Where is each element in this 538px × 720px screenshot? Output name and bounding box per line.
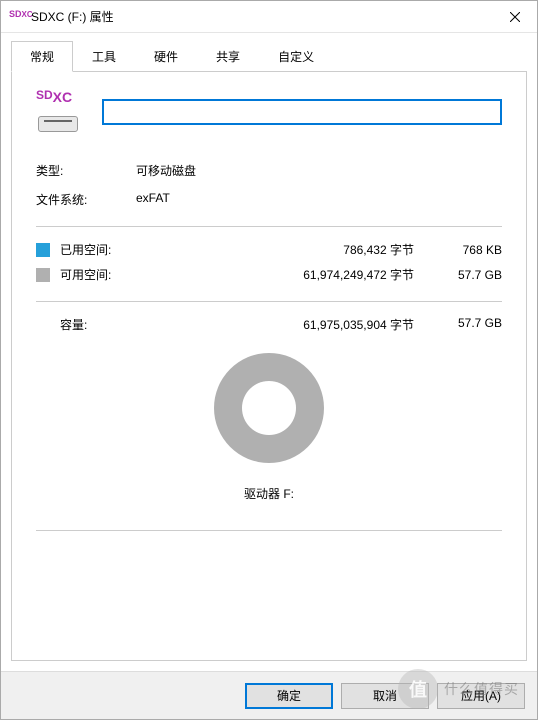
used-label: 已用空间: [60,241,150,258]
free-bytes: 61,974,249,472 字节 [150,266,422,283]
volume-label-input[interactable] [102,99,502,125]
divider [36,530,502,531]
close-button[interactable] [492,2,537,32]
free-swatch [36,268,50,282]
free-label: 可用空间: [60,266,150,283]
window-title: SDXC (F:) 属性 [31,8,492,25]
free-human: 57.7 GB [422,268,502,282]
tab-sharing[interactable]: 共享 [197,41,259,71]
tab-strip: 常规 工具 硬件 共享 自定义 [1,33,537,71]
dialog-button-bar: 确定 取消 应用(A) [1,671,537,719]
filesystem-row: 文件系统: exFAT [36,191,502,208]
tab-hardware[interactable]: 硬件 [135,41,197,71]
usage-chart-wrap: 驱动器 F: [36,353,502,502]
used-human: 768 KB [422,243,502,257]
used-swatch [36,243,50,257]
close-icon [510,12,520,22]
capacity-human: 57.7 GB [422,316,502,333]
type-label: 类型: [36,162,136,179]
cancel-button[interactable]: 取消 [341,683,429,709]
titlebar: SDXC SDXC (F:) 属性 [1,1,537,33]
apply-button[interactable]: 应用(A) [437,683,525,709]
type-value: 可移动磁盘 [136,162,196,179]
capacity-label: 容量: [36,316,150,333]
used-space-row: 已用空间: 786,432 字节 768 KB [36,241,502,258]
free-space-row: 可用空间: 61,974,249,472 字节 57.7 GB [36,266,502,283]
tab-general[interactable]: 常规 [11,41,73,72]
drive-icon: SDXC [36,92,84,132]
capacity-bytes: 61,975,035,904 字节 [150,316,422,333]
divider [36,301,502,302]
capacity-row: 容量: 61,975,035,904 字节 57.7 GB [36,316,502,333]
drive-letter-label: 驱动器 F: [244,485,294,502]
filesystem-value: exFAT [136,191,170,208]
divider [36,226,502,227]
usage-donut [214,353,324,463]
tab-customize[interactable]: 自定义 [259,41,333,71]
tab-tools[interactable]: 工具 [73,41,135,71]
type-row: 类型: 可移动磁盘 [36,162,502,179]
used-bytes: 786,432 字节 [150,241,422,258]
properties-dialog: SDXC SDXC (F:) 属性 常规 工具 硬件 共享 自定义 SDXC 类… [0,0,538,720]
general-panel: SDXC 类型: 可移动磁盘 文件系统: exFAT 已用空间: 786,432… [11,71,527,661]
drive-header: SDXC [36,92,502,132]
sdxc-icon: SDXC [9,9,25,25]
ok-button[interactable]: 确定 [245,683,333,709]
filesystem-label: 文件系统: [36,191,136,208]
